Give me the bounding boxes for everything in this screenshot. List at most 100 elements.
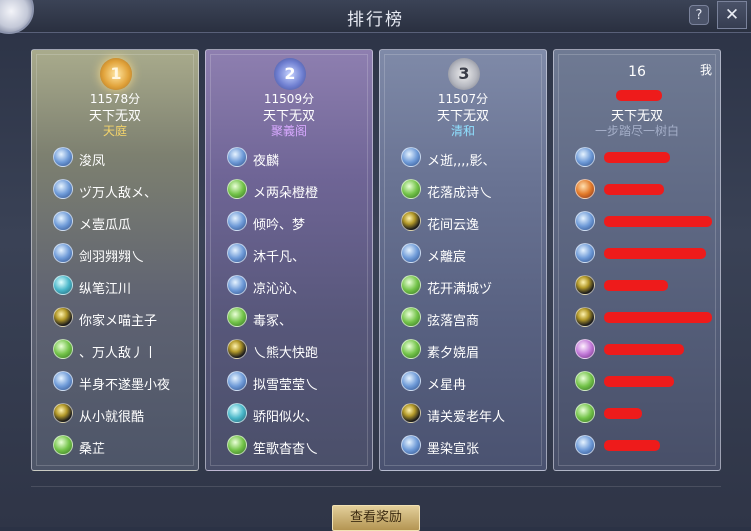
dark-class-icon: [227, 339, 247, 359]
list-item[interactable]: メ两朵橙橙: [206, 176, 372, 208]
player-name: メ逝,,,,影、: [427, 154, 496, 169]
blue-class-icon: [575, 243, 595, 263]
help-button[interactable]: ?: [689, 5, 709, 25]
green-class-icon: [227, 435, 247, 455]
rank-1-badge-icon: 1: [100, 58, 132, 90]
blue-class-icon: [227, 147, 247, 167]
list-item[interactable]: 弦落宫商: [380, 304, 546, 336]
list-item[interactable]: 纵笔江川: [32, 272, 198, 304]
dark-class-icon: [53, 307, 73, 327]
list-item[interactable]: [554, 304, 720, 336]
list-item[interactable]: 倾吟、梦: [206, 208, 372, 240]
list-item[interactable]: 骄阳似火、: [206, 400, 372, 432]
divider: [31, 486, 721, 487]
list-item[interactable]: 花间云逸: [380, 208, 546, 240]
blue-class-icon: [401, 371, 421, 391]
redacted-name: [604, 344, 684, 355]
list-item[interactable]: 请关爱老年人: [380, 400, 546, 432]
redacted-name: [604, 184, 664, 195]
player-name: 笙歌杳杳乀: [253, 442, 319, 457]
list-item[interactable]: [554, 400, 720, 432]
player-name: 花开满城ヅ: [427, 282, 493, 297]
list-item[interactable]: [554, 240, 720, 272]
list-item[interactable]: 桑芷: [32, 432, 198, 464]
list-item[interactable]: メ離宸: [380, 240, 546, 272]
player-name: 桑芷: [79, 442, 106, 457]
player-name: 倾吟、梦: [253, 218, 306, 233]
green-class-icon: [401, 275, 421, 295]
blue-class-icon: [227, 211, 247, 231]
orange-class-icon: [575, 179, 595, 199]
list-item[interactable]: [554, 176, 720, 208]
guild-name: 聚義阁: [270, 124, 307, 138]
list-item[interactable]: 半身不遂墨小夜: [32, 368, 198, 400]
list-item[interactable]: 从小就很酷: [32, 400, 198, 432]
redacted-name: [604, 280, 668, 291]
player-name: 毒冢、: [253, 314, 293, 329]
blue-class-icon: [227, 371, 247, 391]
list-item[interactable]: [554, 144, 720, 176]
green-class-icon: [53, 435, 73, 455]
player-list: メ逝,,,,影、 花落成诗乀 花间云逸 メ離宸 花开满城ヅ 弦落宫商 素夕娆眉 …: [380, 144, 546, 464]
list-item[interactable]: メ壹瓜瓜: [32, 208, 198, 240]
redacted-name: [604, 248, 706, 259]
list-item[interactable]: メ逝,,,,影、: [380, 144, 546, 176]
my-label: 我: [699, 63, 712, 77]
player-name: 剑羽翙翙乀: [79, 250, 145, 265]
green-class-icon: [401, 339, 421, 359]
blue-class-icon: [401, 243, 421, 263]
list-item[interactable]: ヅ万人敌メ、: [32, 176, 198, 208]
player-name: 半身不遂墨小夜: [79, 378, 171, 393]
list-item[interactable]: [554, 208, 720, 240]
list-item[interactable]: 剑羽翙翙乀: [32, 240, 198, 272]
list-item[interactable]: 、万人敌丿丨: [32, 336, 198, 368]
redacted-name: [604, 376, 674, 387]
rank-card-mine: 16 我 天下无双 一步踏尽一树白: [553, 49, 721, 471]
list-item[interactable]: 拟雪莹莹乀: [206, 368, 372, 400]
player-name: 花落成诗乀: [427, 186, 493, 201]
blue-class-icon: [53, 147, 73, 167]
list-item[interactable]: 花落成诗乀: [380, 176, 546, 208]
list-item[interactable]: 笙歌杳杳乀: [206, 432, 372, 464]
green-class-icon: [575, 403, 595, 423]
list-item[interactable]: メ星冉: [380, 368, 546, 400]
list-item[interactable]: 你家メ喵主子: [32, 304, 198, 336]
list-item[interactable]: 毒冢、: [206, 304, 372, 336]
guild-name: 清和: [450, 124, 475, 138]
list-item[interactable]: [554, 368, 720, 400]
player-name: 素夕娆眉: [427, 346, 480, 361]
player-name: 弦落宫商: [427, 314, 480, 329]
player-name: 你家メ喵主子: [79, 314, 158, 329]
list-item[interactable]: 墨染宣张: [380, 432, 546, 464]
green-class-icon: [227, 307, 247, 327]
player-name: 浚凤: [79, 154, 106, 169]
blue-class-icon: [401, 147, 421, 167]
player-name: 夜麟: [253, 154, 280, 169]
cyan-class-icon: [53, 275, 73, 295]
view-rewards-button[interactable]: 查看奖励: [332, 505, 420, 531]
list-item[interactable]: [554, 272, 720, 304]
dark-class-icon: [401, 403, 421, 423]
blue-class-icon: [575, 147, 595, 167]
dark-class-icon: [575, 275, 595, 295]
redacted-name: [604, 216, 712, 227]
player-name: メ两朵橙橙: [253, 186, 319, 201]
list-item[interactable]: 花开满城ヅ: [380, 272, 546, 304]
list-item[interactable]: 浚凤: [32, 144, 198, 176]
player-name: 拟雪莹莹乀: [253, 378, 319, 393]
list-item[interactable]: 夜麟: [206, 144, 372, 176]
blue-class-icon: [53, 179, 73, 199]
list-item[interactable]: 沐千凡、: [206, 240, 372, 272]
list-item[interactable]: 凉沁沁、: [206, 272, 372, 304]
close-button[interactable]: ✕: [717, 1, 747, 29]
list-item[interactable]: 素夕娆眉: [380, 336, 546, 368]
list-item[interactable]: 乀熊大快跑: [206, 336, 372, 368]
blue-class-icon: [227, 243, 247, 263]
list-item[interactable]: [554, 432, 720, 464]
rank-2-badge-icon: 2: [274, 58, 306, 90]
blue-class-icon: [401, 435, 421, 455]
list-item[interactable]: [554, 336, 720, 368]
guild-name: 天庭: [102, 124, 127, 138]
my-rank: 16: [628, 64, 646, 80]
green-class-icon: [575, 371, 595, 391]
